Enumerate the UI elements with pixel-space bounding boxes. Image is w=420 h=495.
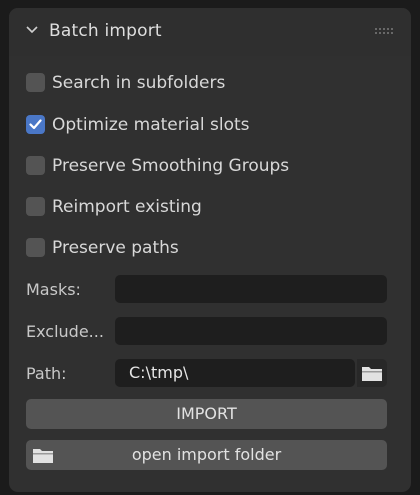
option-label: Reimport existing (52, 197, 202, 217)
browse-path-button[interactable] (357, 359, 387, 387)
option-label: Optimize material slots (52, 115, 250, 135)
search-in-subfolders-checkbox[interactable] (26, 73, 45, 92)
exclude-input[interactable] (115, 317, 387, 345)
open-import-folder-button[interactable]: open import folder (26, 440, 387, 470)
option-label: Search in subfolders (52, 73, 226, 93)
chevron-down-icon[interactable] (25, 25, 39, 35)
path-label: Path: (26, 364, 67, 383)
batch-import-panel: Batch import Search in subfolders Optimi… (9, 8, 411, 492)
preserve-smoothing-groups-checkbox[interactable] (26, 156, 45, 175)
import-button[interactable]: IMPORT (26, 399, 387, 429)
preserve-paths-checkbox[interactable] (26, 238, 45, 257)
open-import-folder-label: open import folder (131, 445, 282, 464)
optimize-material-slots-checkbox[interactable] (26, 115, 45, 134)
masks-label: Masks: (26, 280, 81, 299)
panel-title: Batch import (49, 21, 162, 41)
checkmark-icon (29, 119, 42, 130)
masks-input[interactable] (115, 275, 387, 303)
folder-icon (362, 367, 382, 381)
path-value: C:\tmp\ (129, 363, 189, 382)
path-input[interactable]: C:\tmp\ (115, 359, 355, 387)
panel-header[interactable]: Batch import (9, 8, 411, 56)
option-label: Preserve paths (52, 238, 179, 258)
exclude-label: Exclude... (26, 322, 104, 341)
option-label: Preserve Smoothing Groups (52, 156, 290, 176)
folder-icon (33, 449, 53, 463)
reimport-existing-checkbox[interactable] (26, 197, 45, 216)
grip-dots-icon[interactable] (375, 28, 393, 36)
import-button-label: IMPORT (176, 404, 237, 423)
